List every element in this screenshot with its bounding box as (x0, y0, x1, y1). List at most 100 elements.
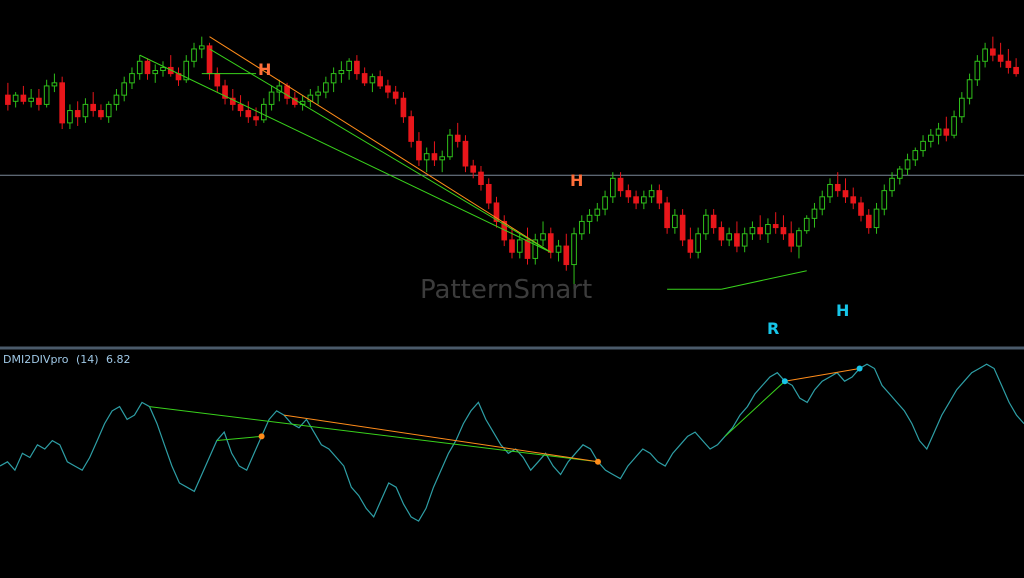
candle-body (656, 190, 663, 204)
signal-label-h-3: H (836, 301, 849, 320)
candle-body (741, 233, 748, 247)
candle-body (144, 60, 151, 75)
candle-body (1013, 66, 1019, 75)
candle-body (827, 183, 833, 198)
candle-body (889, 177, 895, 192)
candle-body (237, 103, 244, 112)
candle-body (710, 214, 717, 229)
candle-body (966, 79, 973, 99)
candle-body (641, 196, 647, 204)
candle-body (726, 233, 732, 241)
candle-body (431, 153, 438, 161)
candle-body (935, 128, 942, 136)
candle-body (850, 196, 857, 204)
candle-body (780, 227, 787, 235)
candle-body (819, 196, 826, 210)
candle-body (408, 116, 415, 142)
candle-body (974, 60, 981, 81)
candle-body (609, 177, 616, 198)
candle-body (834, 183, 841, 192)
candle-body (105, 103, 112, 118)
candle-body (315, 91, 321, 96)
candle-body (563, 245, 570, 266)
candle-body (679, 214, 686, 241)
indicator-period: (14) (76, 353, 99, 366)
candle-body (462, 140, 469, 167)
candle (803, 215, 810, 234)
candle-body (881, 190, 888, 210)
candle-body (982, 48, 988, 62)
candle-body (571, 233, 577, 266)
candle-body (703, 214, 709, 235)
candle-body (904, 159, 911, 170)
candle-body (772, 224, 779, 229)
candle-body (369, 76, 376, 84)
candle-body (82, 103, 89, 118)
candle-body (191, 48, 197, 62)
candle-body (664, 202, 670, 229)
candle-body (439, 156, 446, 161)
signal-label-r: R (767, 319, 779, 338)
candle-body (478, 171, 484, 185)
candle-body (672, 214, 678, 229)
candle-body (873, 208, 880, 229)
candle-body (20, 94, 27, 102)
candle-body (90, 103, 97, 112)
candle-body (765, 224, 771, 235)
candle-body (160, 66, 166, 72)
candle-body (59, 82, 65, 124)
candle-body (354, 60, 360, 75)
candle (59, 76, 65, 130)
candle-body (485, 183, 492, 204)
candle-body (509, 239, 515, 253)
candle-body (524, 239, 531, 259)
candle-body (129, 73, 135, 84)
candle-body (687, 239, 694, 253)
candle-body (36, 97, 42, 105)
candle-body (1005, 60, 1012, 68)
candle-body (540, 233, 546, 241)
candle-body (98, 110, 104, 118)
candle-body (943, 128, 950, 136)
candle-body (718, 227, 725, 241)
candle-body (392, 91, 399, 99)
candle-body (136, 60, 143, 75)
candle-body (625, 190, 632, 198)
candle-body (361, 73, 368, 84)
candle-body (121, 82, 128, 96)
candle-body (617, 177, 624, 192)
candle-body (633, 196, 639, 204)
candle-body (113, 94, 120, 105)
candle-body (152, 70, 159, 75)
candle-body (268, 91, 275, 105)
candle-body (400, 97, 407, 118)
candle-body (959, 97, 965, 118)
candle-body (695, 233, 701, 253)
candle-body (927, 134, 934, 142)
candle-body (198, 45, 205, 50)
candle-body (594, 208, 601, 216)
candle-body (734, 233, 740, 247)
divergence-dot (594, 458, 601, 465)
candle-body (811, 208, 818, 219)
candle-body (74, 110, 81, 118)
candle-body (602, 196, 608, 210)
price-chart: PatternSmart DMI2DIVpro (14) 6.82 H H R … (0, 0, 1024, 578)
candle-body (28, 97, 34, 102)
candle-body (547, 233, 554, 253)
candle-body (749, 227, 756, 235)
candle-body (423, 153, 430, 161)
candle-body (323, 82, 329, 93)
candle-body (803, 217, 810, 232)
candle-body (260, 103, 267, 121)
candle-body (338, 70, 345, 75)
signal-label-h-1: H (258, 60, 271, 79)
signal-label-h-2: H (570, 171, 583, 190)
candle-body (586, 214, 593, 222)
candle-body (5, 94, 11, 105)
candle-body (912, 150, 919, 161)
candle-body (578, 220, 585, 235)
candle-body (245, 110, 252, 118)
indicator-title: DMI2DIVpro (14) 6.82 (3, 353, 131, 366)
candle-body (951, 116, 957, 136)
